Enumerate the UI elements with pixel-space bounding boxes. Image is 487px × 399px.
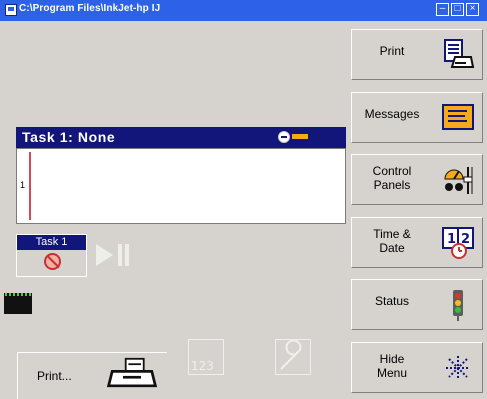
remove-icon[interactable] <box>278 130 314 144</box>
maximize-icon[interactable]: □ <box>451 3 464 16</box>
task-1-button[interactable]: Task 1 <box>16 234 87 277</box>
task-title: Task 1: None <box>22 129 116 145</box>
printer-icon <box>444 39 475 68</box>
text-cursor <box>29 152 31 220</box>
hide-menu-icon <box>446 356 470 380</box>
print-setup-button[interactable]: Print... <box>17 352 167 399</box>
task-header: Task 1: None <box>16 127 346 148</box>
play-icon[interactable] <box>96 244 113 266</box>
control-panels-button[interactable]: Control Panels <box>351 154 483 205</box>
calendar-clock-icon: 1 2 <box>442 227 474 259</box>
line-number: 1 <box>20 180 26 190</box>
main-area: Task 1: None 1 Task 1 Print Messages Con… <box>0 21 487 399</box>
status-button[interactable]: Status <box>351 279 483 330</box>
status-light-icon <box>453 290 463 321</box>
message-icon <box>442 104 474 130</box>
hide-menu-button[interactable]: Hide Menu <box>351 342 483 393</box>
wrench-icon[interactable] <box>275 339 311 375</box>
title-bar: C:\Program Files\InkJet-hp IJ – □ × <box>0 0 487 21</box>
app-icon <box>5 4 17 16</box>
time-date-button[interactable]: Time & Date 1 2 <box>351 217 483 268</box>
message-editor[interactable]: 1 <box>16 148 346 224</box>
control-panel-icon <box>444 167 473 194</box>
playback-controls[interactable] <box>96 240 152 274</box>
counter-icon[interactable]: 123 <box>188 339 224 375</box>
no-print-icon <box>44 253 61 270</box>
ink-level-indicator <box>4 293 32 314</box>
printer-icon <box>106 357 158 388</box>
minimize-icon[interactable]: – <box>436 3 449 16</box>
close-icon[interactable]: × <box>466 3 479 16</box>
window-title: C:\Program Files\InkJet-hp IJ <box>19 3 161 14</box>
svg-text:123: 123 <box>191 359 214 373</box>
task-1-label: Task 1 <box>17 235 86 250</box>
print-button[interactable]: Print <box>351 29 483 80</box>
messages-button[interactable]: Messages <box>351 92 483 143</box>
pause-icon[interactable] <box>118 244 122 266</box>
